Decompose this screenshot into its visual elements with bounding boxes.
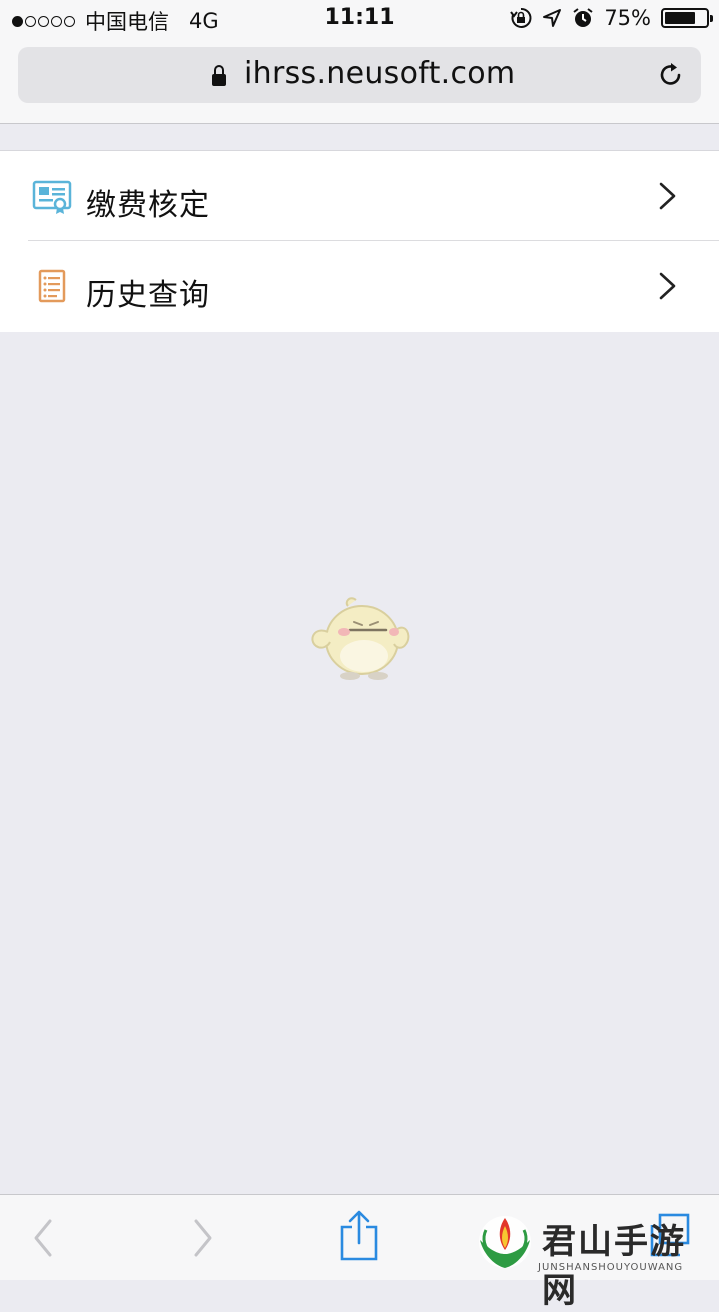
- battery-fill: [665, 12, 695, 24]
- alarm-icon: [573, 8, 593, 27]
- menu-item-payment-approval[interactable]: 缴费核定: [0, 151, 719, 241]
- signal-strength-icon: [12, 15, 75, 27]
- certificate-icon: [32, 180, 72, 214]
- status-bar-left: 中国电信 4G: [12, 6, 219, 36]
- address-bar-container: ihrss.neusoft.com: [0, 40, 719, 124]
- signal-dot: [12, 15, 23, 27]
- watermark-logo-icon: [479, 1216, 531, 1268]
- reload-icon[interactable]: [657, 61, 685, 89]
- signal-dot: [51, 15, 62, 27]
- chevron-right-icon: [659, 272, 676, 300]
- network-type: 4G: [189, 9, 219, 33]
- menu-item-label: 缴费核定: [86, 188, 210, 223]
- url-text[interactable]: ihrss.neusoft.com: [244, 56, 515, 91]
- lock-icon: [212, 63, 226, 87]
- signal-dot: [38, 15, 49, 27]
- loading-mascot-image: [311, 597, 410, 680]
- watermark: 君山手游网 JUNSHANSHOUYOUWANG: [470, 1210, 719, 1311]
- rotation-lock-icon: [510, 7, 532, 28]
- menu-item-history-query[interactable]: 历史查询: [0, 241, 719, 331]
- location-arrow-icon: [543, 9, 562, 27]
- chevron-right-icon: [659, 182, 676, 210]
- status-bar-right: 75%: [510, 6, 713, 30]
- menu-item-label: 历史查询: [86, 278, 210, 313]
- forward-icon[interactable]: [188, 1215, 218, 1261]
- back-icon[interactable]: [28, 1215, 58, 1261]
- signal-dot: [25, 15, 36, 27]
- battery-percent: 75%: [604, 6, 651, 30]
- address-bar[interactable]: ihrss.neusoft.com: [18, 47, 701, 103]
- carrier-name: 中国电信: [85, 10, 169, 34]
- share-icon[interactable]: [338, 1209, 380, 1261]
- battery-icon: [661, 8, 713, 28]
- signal-dot: [64, 15, 75, 27]
- status-bar: 中国电信 4G 11:11 75%: [0, 0, 719, 40]
- document-list-icon: [38, 269, 66, 303]
- menu-list: 缴费核定 历史查询: [0, 150, 719, 332]
- watermark-subtitle: JUNSHANSHOUYOUWANG: [538, 1262, 684, 1273]
